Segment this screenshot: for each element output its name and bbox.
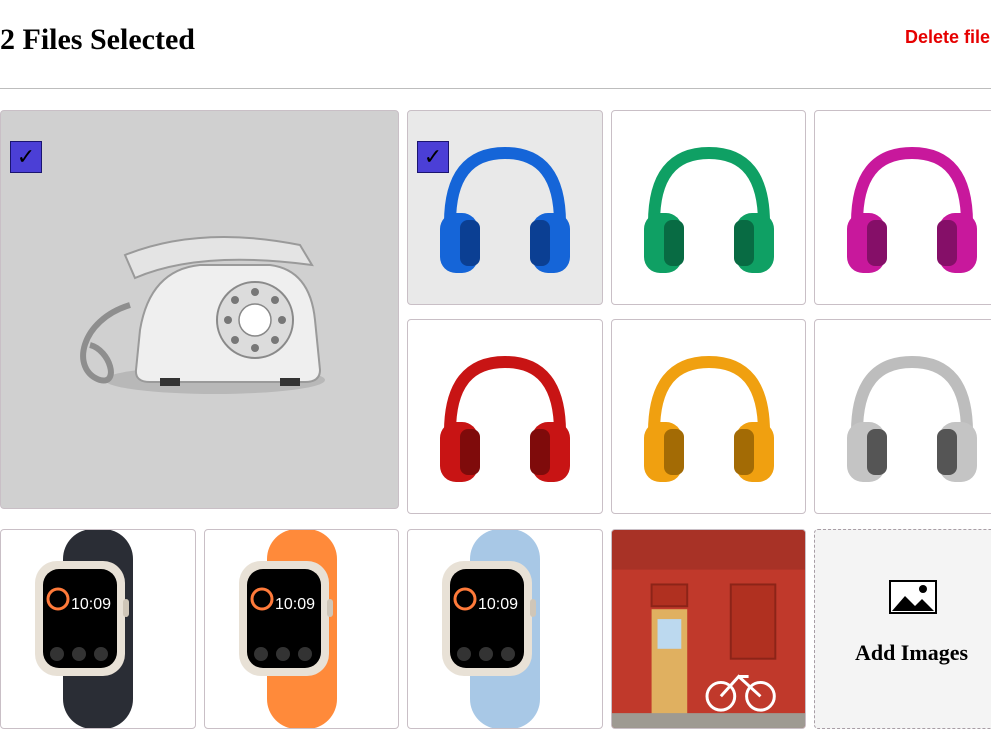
add-images-label: Add Images [854,640,969,665]
watch-time: 10:09 [275,596,315,613]
green-headphones-image [612,111,805,304]
gallery-item-headphones-blue[interactable]: ✓ [407,110,603,305]
gallery-item-telephone[interactable]: ✓ [0,110,399,509]
gray-headphones-image [815,320,991,513]
midnight-watch-image: 10:09 [1,530,195,728]
gallery-item-headphones-green[interactable] [611,110,806,305]
selected-checkbox[interactable]: ✓ [417,141,449,173]
gallery-item-red-building[interactable] [611,529,806,729]
telephone-image [1,111,398,508]
gallery-item-headphones-orange[interactable] [611,319,806,514]
magenta-headphones-image [815,111,991,304]
gallery-item-smartwatch-orange[interactable]: 10:09 [204,529,399,729]
red-building-image [612,530,805,728]
orange-watch-image: 10:09 [205,530,398,728]
gallery-item-smartwatch-midnight[interactable]: 10:09 [0,529,196,729]
selected-checkbox[interactable]: ✓ [10,141,42,173]
gallery-item-headphones-red[interactable] [407,319,603,514]
header: 2 Files Selected Delete file [0,0,991,89]
watch-time: 10:09 [71,596,111,613]
blue-headphones-image [408,111,602,304]
gallery-item-headphones-gray[interactable] [814,319,991,514]
orange-headphones-image [612,320,805,513]
image-icon [889,580,937,614]
add-images-button[interactable]: Add Images [814,529,991,729]
watch-time: 10:09 [478,596,518,613]
page-title: 2 Files Selected [0,23,195,56]
lightblue-watch-image: 10:09 [408,530,602,728]
gallery-item-headphones-magenta[interactable] [814,110,991,305]
delete-file-button[interactable]: Delete file [905,27,990,48]
gallery-item-smartwatch-lightblue[interactable]: 10:09 [407,529,603,729]
red-headphones-image [408,320,602,513]
